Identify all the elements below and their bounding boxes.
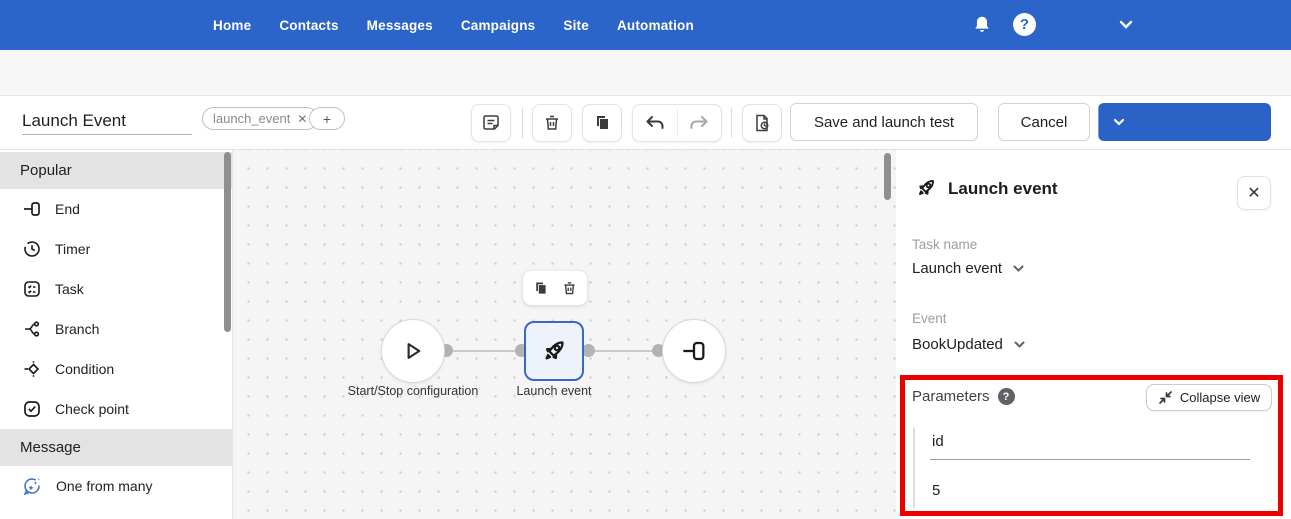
sidebar-section-message: Message bbox=[0, 429, 232, 466]
scenario-tag-chip[interactable]: launch_event ✕ bbox=[202, 107, 319, 130]
trash-icon bbox=[542, 113, 562, 133]
sidebar-item-task[interactable]: Task bbox=[0, 269, 232, 309]
sidebar-item-label: Timer bbox=[55, 241, 91, 257]
parameters-label: Parameters ? bbox=[912, 388, 1015, 405]
nav-menu: Home Contacts Messages Campaigns Site Au… bbox=[213, 0, 694, 50]
notifications-bell-icon[interactable] bbox=[971, 13, 993, 37]
copy-button[interactable] bbox=[582, 104, 622, 142]
sidebar-item-check-point[interactable]: Check point bbox=[0, 389, 232, 429]
node-start-stop[interactable] bbox=[381, 319, 445, 383]
nav-item-contacts[interactable]: Contacts bbox=[279, 18, 338, 33]
note-button[interactable] bbox=[471, 104, 511, 142]
sidebar-item-condition[interactable]: Condition bbox=[0, 349, 232, 389]
task-name-value: Launch event bbox=[912, 260, 1003, 277]
timer-icon bbox=[22, 239, 42, 259]
collapse-view-label: Collapse view bbox=[1179, 390, 1261, 405]
chevron-down-icon bbox=[1013, 265, 1024, 272]
sidebar-item-end[interactable]: End bbox=[0, 189, 232, 229]
scenario-toolbar: launch_event ✕ + Save and launch test Ca… bbox=[0, 96, 1291, 150]
top-nav: Home Contacts Messages Campaigns Site Au… bbox=[0, 0, 1291, 50]
node-settings-panel: Launch event ✕ Task name Launch event Ev… bbox=[896, 150, 1291, 519]
parameters-help-icon[interactable]: ? bbox=[997, 388, 1015, 405]
sidebar-item-label: Condition bbox=[55, 361, 115, 377]
main-area: Popular End Timer Task Branch Condition … bbox=[0, 150, 1291, 519]
toolbar-divider bbox=[731, 108, 732, 138]
toolbar-divider bbox=[522, 108, 523, 138]
cancel-button[interactable]: Cancel bbox=[998, 103, 1090, 141]
tag-remove-icon[interactable]: ✕ bbox=[297, 112, 307, 126]
delete-button[interactable] bbox=[532, 104, 572, 142]
node-launch-event-selected[interactable] bbox=[524, 321, 584, 381]
nav-item-automation[interactable]: Automation bbox=[617, 18, 694, 33]
parameters-text: Parameters bbox=[912, 388, 990, 405]
note-icon bbox=[481, 113, 501, 133]
end-icon bbox=[680, 339, 708, 363]
nav-item-site[interactable]: Site bbox=[563, 18, 589, 33]
node-context-toolbar bbox=[523, 271, 587, 305]
parameter-group-indent bbox=[913, 428, 915, 508]
one-from-many-icon bbox=[22, 476, 43, 497]
save-and-exit-dropdown[interactable] bbox=[1099, 103, 1139, 141]
event-label: Event bbox=[912, 311, 947, 326]
canvas-scrollbar[interactable] bbox=[884, 153, 891, 200]
sidebar-scrollbar[interactable] bbox=[224, 152, 231, 332]
help-icon[interactable]: ? bbox=[1013, 13, 1036, 36]
collapse-icon bbox=[1159, 391, 1172, 404]
redo-button[interactable] bbox=[678, 105, 722, 141]
branch-icon bbox=[22, 319, 42, 339]
event-select[interactable]: BookUpdated bbox=[912, 336, 1026, 353]
scenario-title-input[interactable] bbox=[22, 107, 192, 135]
sidebar-item-label: Check point bbox=[55, 401, 129, 417]
event-value: BookUpdated bbox=[912, 336, 1003, 353]
chevron-down-icon bbox=[1014, 341, 1025, 348]
panel-title: Launch event bbox=[948, 179, 1058, 198]
tag-label: launch_event bbox=[213, 111, 291, 126]
rocket-icon bbox=[912, 174, 940, 202]
undo-redo-group bbox=[632, 104, 722, 142]
reset-draft-button[interactable] bbox=[742, 104, 782, 142]
sidebar-item-branch[interactable]: Branch bbox=[0, 309, 232, 349]
play-icon bbox=[398, 336, 428, 366]
sidebar-item-one-from-many[interactable]: One from many bbox=[0, 466, 232, 506]
save-and-launch-test-button[interactable]: Save and launch test bbox=[790, 103, 978, 141]
blocks-sidebar: Popular End Timer Task Branch Condition … bbox=[0, 150, 233, 519]
sidebar-item-timer[interactable]: Timer bbox=[0, 229, 232, 269]
parameter-key-underline bbox=[930, 459, 1250, 460]
task-name-select[interactable]: Launch event bbox=[912, 260, 1025, 277]
breadcrumb-strip bbox=[0, 50, 1291, 96]
parameter-value-field[interactable]: 5 bbox=[932, 482, 940, 499]
task-name-label: Task name bbox=[912, 237, 978, 252]
end-icon bbox=[22, 200, 42, 218]
node-end[interactable] bbox=[662, 319, 726, 383]
collapse-view-button[interactable]: Collapse view bbox=[1146, 384, 1272, 411]
sidebar-item-label: Task bbox=[55, 281, 84, 297]
delete-node-icon[interactable] bbox=[561, 280, 578, 297]
rocket-icon bbox=[537, 334, 571, 368]
add-tag-button[interactable]: + bbox=[309, 107, 345, 130]
save-and-exit-split-button: Save and exit bbox=[1098, 103, 1271, 141]
condition-icon bbox=[22, 359, 42, 379]
node-label-launch-event: Launch event bbox=[516, 384, 592, 398]
nav-item-messages[interactable]: Messages bbox=[367, 18, 433, 33]
sidebar-item-label: End bbox=[55, 201, 80, 217]
parameter-key-field[interactable]: id bbox=[932, 433, 944, 450]
copy-node-icon[interactable] bbox=[532, 280, 549, 297]
nav-item-home[interactable]: Home bbox=[213, 18, 251, 33]
sidebar-section-popular: Popular bbox=[0, 152, 232, 189]
sidebar-item-label: Branch bbox=[55, 321, 100, 337]
close-panel-button[interactable]: ✕ bbox=[1237, 176, 1271, 210]
task-icon bbox=[22, 279, 42, 299]
nav-right-cluster: ? bbox=[931, 0, 1291, 50]
document-refresh-icon bbox=[752, 113, 772, 133]
edge-launch-to-end bbox=[586, 350, 661, 352]
check-point-icon bbox=[22, 399, 42, 419]
sidebar-item-label: One from many bbox=[56, 478, 153, 494]
workflow-canvas[interactable]: Start/Stop configuration Launch event bbox=[233, 150, 896, 519]
copy-icon bbox=[592, 113, 612, 133]
undo-button[interactable] bbox=[633, 105, 677, 141]
account-chevron-down-icon[interactable] bbox=[1117, 18, 1135, 32]
edge-start-to-launch bbox=[446, 350, 524, 352]
nav-item-campaigns[interactable]: Campaigns bbox=[461, 18, 536, 33]
